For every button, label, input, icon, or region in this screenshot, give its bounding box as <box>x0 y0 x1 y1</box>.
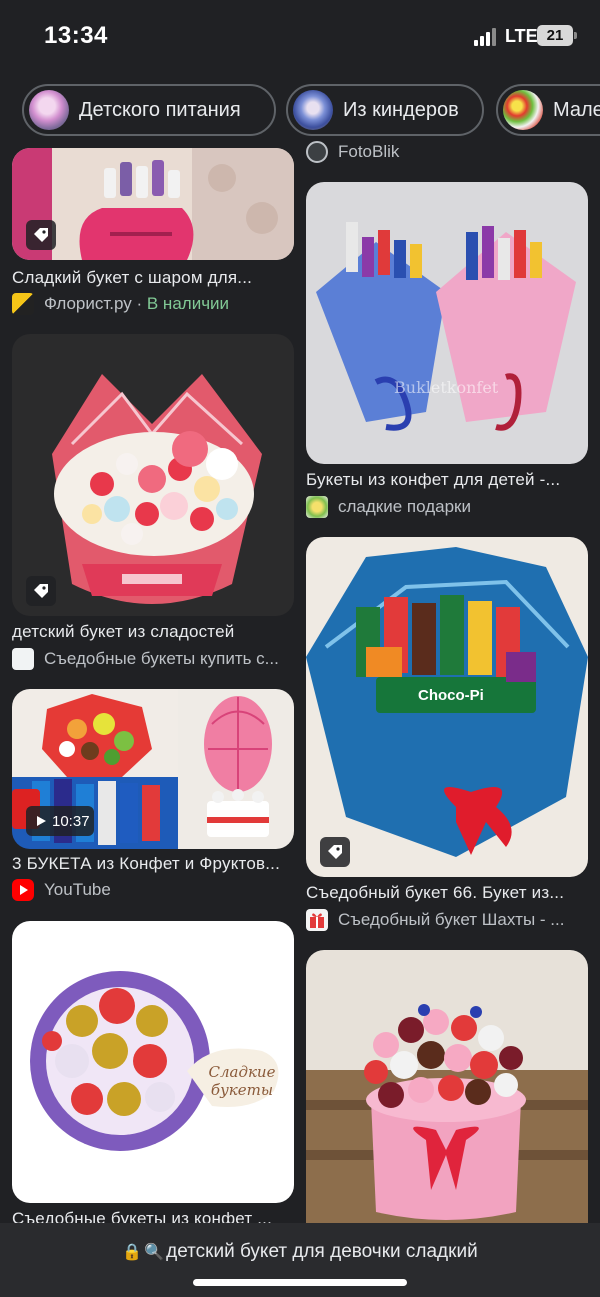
gift-favicon-icon <box>306 909 328 931</box>
bouquet-thumbnail-icon <box>29 90 69 130</box>
source-name: YouTube <box>44 880 111 899</box>
shopping-tag-icon <box>320 837 350 867</box>
florist-favicon-icon <box>12 293 34 315</box>
result-card[interactable]: 10:37 3 БУКЕТА из Конфет и Фруктов... Yo… <box>12 689 294 903</box>
source-name: Флорист.ру <box>44 294 132 313</box>
result-card[interactable]: Сладкие букеты Съедобные букеты из конфе… <box>12 921 294 1223</box>
image-caption: Choco-Pi <box>418 687 484 704</box>
result-title[interactable]: Сладкий букет с шаром для... <box>12 268 294 288</box>
kinder-bouquet-thumbnail-icon <box>293 90 333 130</box>
status-bar: 13:34 LTE 21 <box>0 0 600 70</box>
url-text: детский букет для девочки сладкий <box>166 1241 478 1262</box>
shopping-tag-icon <box>26 220 56 250</box>
address-bar[interactable]: 🔒 🔍 детский букет для девочки сладкий <box>0 1223 600 1297</box>
chip-label: Мале <box>553 98 600 121</box>
video-duration-badge: 10:37 <box>26 806 94 836</box>
source-name: сладкие подарки <box>338 497 471 516</box>
image-caption: Сладкие букеты <box>208 1063 276 1099</box>
edible-bouquets-favicon-icon <box>12 648 34 670</box>
chip-iz-kinderov[interactable]: Из киндеров <box>286 84 484 136</box>
filter-chips: Детского питания Из киндеров Мале <box>22 84 600 136</box>
source-name: Съедобные букеты купить с... <box>44 649 279 668</box>
result-card[interactable]: Choco-Pi Съедобный букет 66. Букет из...… <box>306 537 588 933</box>
result-source[interactable]: сладкие подарки <box>306 495 588 519</box>
search-icon: 🔍 <box>144 1244 165 1261</box>
watermark-text: Bukletkonfet <box>394 378 499 397</box>
result-image[interactable] <box>306 182 588 464</box>
result-card[interactable]: детский букет из сладостей Съедобные бук… <box>12 334 294 674</box>
result-card[interactable] <box>306 950 588 1223</box>
result-card[interactable]: Сладкий букет с шаром для... Флорист.ру … <box>12 148 294 318</box>
address-bar-url[interactable]: 🔒 🔍 детский букет для девочки сладкий <box>0 1241 600 1263</box>
result-source[interactable]: Съедобный букет Шахты - ... <box>306 908 588 932</box>
chip-label: Из киндеров <box>343 98 459 121</box>
result-source[interactable]: FotoBlik <box>306 140 588 164</box>
chip-label: Детского питания <box>79 98 241 121</box>
result-title[interactable]: детский букет из сладостей <box>12 622 294 642</box>
result-image[interactable] <box>306 950 588 1223</box>
source-name: Съедобный букет Шахты - ... <box>338 910 565 929</box>
network-type: LTE <box>505 26 538 46</box>
result-image[interactable] <box>12 334 294 616</box>
result-title[interactable]: 3 БУКЕТА из Конфет и Фруктов... <box>12 854 294 874</box>
sweet-gifts-favicon-icon <box>306 496 328 518</box>
result-image[interactable] <box>12 921 294 1203</box>
separator: · <box>131 294 147 313</box>
result-title[interactable]: Букеты из конфет для детей -... <box>306 470 588 490</box>
home-indicator[interactable] <box>193 1279 407 1286</box>
result-title[interactable]: Съедобный букет 66. Букет из... <box>306 883 588 903</box>
result-card[interactable]: Bukletkonfet Букеты из конфет для детей … <box>306 182 588 522</box>
availability-label: В наличии <box>146 294 230 313</box>
chip-male[interactable]: Мале <box>496 84 600 136</box>
result-source[interactable]: Флорист.ру · В наличии <box>12 292 294 316</box>
result-image[interactable] <box>306 537 588 877</box>
status-time: 13:34 <box>44 22 108 49</box>
fotoblik-favicon-icon <box>306 141 328 163</box>
youtube-icon <box>12 879 34 901</box>
signal-icon <box>474 28 498 46</box>
result-title[interactable]: Съедобные букеты из конфет ... <box>12 1209 294 1223</box>
play-icon <box>37 816 46 826</box>
chip-detskogo-pitaniya[interactable]: Детского питания <box>22 84 276 136</box>
lock-icon: 🔒 <box>122 1244 143 1261</box>
battery-icon: 21 <box>537 25 577 46</box>
source-name: FotoBlik <box>338 142 400 161</box>
shopping-tag-icon <box>26 576 56 606</box>
result-source[interactable]: Съедобные букеты купить с... <box>12 647 294 671</box>
video-duration: 10:37 <box>52 812 90 830</box>
result-source[interactable]: YouTube <box>12 878 294 902</box>
fruit-bouquet-thumbnail-icon <box>503 90 543 130</box>
